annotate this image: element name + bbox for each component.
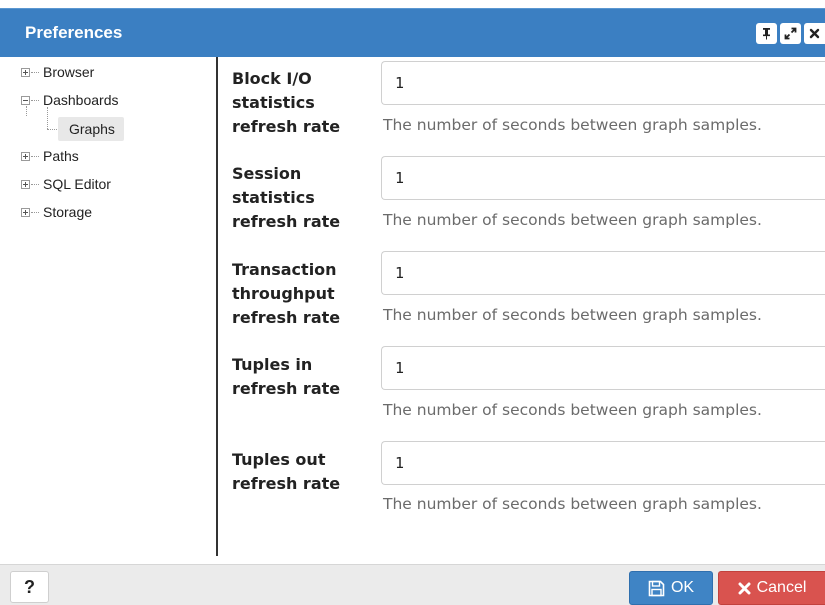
- tree-item-label: Browser: [43, 64, 95, 80]
- tree-item-sql-editor[interactable]: SQL Editor: [21, 173, 111, 195]
- expand-icon[interactable]: [21, 67, 30, 77]
- tree-item-browser[interactable]: Browser: [21, 61, 94, 83]
- block-io-refresh-help: The number of seconds between graph samp…: [383, 116, 762, 134]
- tuples-out-refresh-input[interactable]: [381, 441, 825, 485]
- tuples-in-refresh-label: Tuples in refresh rate: [232, 355, 341, 398]
- tuples-out-refresh-label: Tuples out refresh rate: [232, 450, 341, 493]
- block-io-refresh-label: Block I/O statistics refresh rate: [232, 69, 341, 136]
- cancel-label: Cancel: [756, 579, 807, 596]
- session-refresh-input[interactable]: [381, 156, 825, 200]
- tree-item-dashboards[interactable]: Dashboards: [21, 89, 119, 111]
- dialog-title: Preferences: [25, 23, 123, 42]
- close-icon: [809, 28, 820, 39]
- dialog-titlebar: Preferences: [0, 8, 825, 57]
- tree-item-label: Dashboards: [43, 92, 119, 108]
- maximize-button[interactable]: [780, 23, 801, 44]
- ok-button[interactable]: OK: [629, 571, 713, 605]
- help-button[interactable]: ?: [10, 571, 49, 603]
- cancel-button[interactable]: Cancel: [718, 571, 825, 605]
- session-refresh-label: Session statistics refresh rate: [232, 164, 341, 231]
- tree-item-label: Paths: [43, 148, 79, 164]
- expand-icon[interactable]: [21, 179, 30, 189]
- expand-icon[interactable]: [21, 207, 30, 217]
- expand-icon[interactable]: [21, 151, 30, 161]
- tree-divider: [216, 57, 218, 556]
- collapse-icon[interactable]: [21, 95, 30, 105]
- tree-item-label: SQL Editor: [43, 176, 111, 192]
- tree-item-label: Graphs: [69, 121, 115, 137]
- tuples-in-refresh-help: The number of seconds between graph samp…: [383, 401, 762, 419]
- close-button[interactable]: [804, 23, 825, 44]
- pin-button[interactable]: [756, 23, 777, 44]
- save-icon: [648, 580, 665, 596]
- tuples-out-refresh-help: The number of seconds between graph samp…: [383, 495, 762, 513]
- transaction-refresh-help: The number of seconds between graph samp…: [383, 306, 762, 324]
- tree-item-label: Storage: [43, 204, 93, 220]
- maximize-icon: [784, 27, 797, 40]
- tree-item-paths[interactable]: Paths: [21, 145, 79, 167]
- pin-icon: [763, 28, 770, 40]
- ok-label: OK: [670, 579, 695, 596]
- dialog-footer: ? OK Cancel: [0, 564, 825, 605]
- session-refresh-help: The number of seconds between graph samp…: [383, 211, 762, 229]
- block-io-refresh-input[interactable]: [381, 61, 825, 105]
- transaction-refresh-label: Transaction throughput refresh rate: [232, 260, 341, 327]
- tree-item-graphs[interactable]: Graphs: [58, 117, 124, 141]
- tree-item-storage[interactable]: Storage: [21, 201, 92, 223]
- tuples-in-refresh-input[interactable]: [381, 346, 825, 390]
- close-icon: [738, 582, 751, 594]
- transaction-refresh-input[interactable]: [381, 251, 825, 295]
